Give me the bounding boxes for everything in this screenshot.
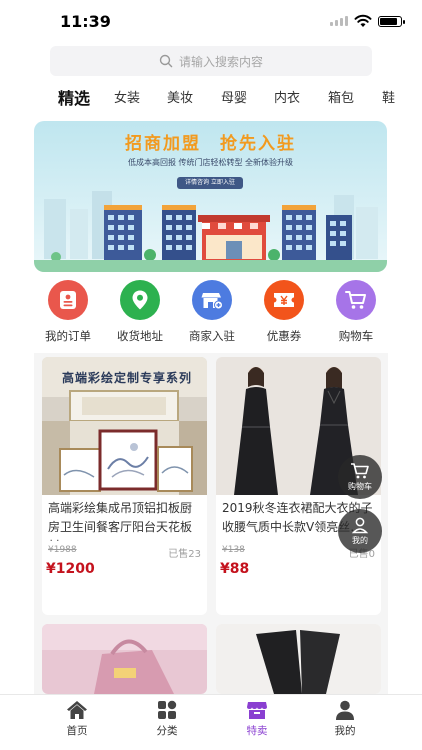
tabbar-category[interactable]: 分类 — [137, 699, 197, 738]
category-tabs: 精选 女装 美妆 母婴 内衣 箱包 鞋 — [0, 84, 422, 114]
cart-icon — [336, 280, 376, 320]
cellular-signal-icon — [330, 16, 348, 26]
tabbar-label: 首页 — [66, 725, 88, 737]
promo-banner[interactable]: 招商加盟 抢先入驻 低成本高回报 传统门店轻松转型 全新体验升级 详情咨询 立即… — [34, 121, 387, 272]
shop-sale-icon — [247, 702, 267, 719]
product-card[interactable]: 高端彩绘定制专享系列 高端彩绘集成吊顶铝扣板厨房卫生间餐客厅阳台天花板材… ¥1… — [42, 357, 207, 615]
coupon-icon — [264, 280, 304, 320]
tab-mother-baby[interactable]: 母婴 — [221, 86, 247, 112]
sale-price: ¥88 — [220, 561, 250, 577]
sold-count: 已售23 — [168, 549, 201, 560]
action-coupons[interactable]: 优惠券 — [248, 280, 320, 344]
wifi-icon — [354, 14, 372, 27]
action-merchant-join[interactable]: 商家入驻 — [176, 280, 248, 344]
action-label: 商家入驻 — [189, 329, 235, 343]
store-add-icon — [192, 280, 232, 320]
original-price: ¥1988 — [48, 545, 77, 555]
home-icon — [67, 701, 87, 719]
tab-featured[interactable]: 精选 — [58, 86, 90, 112]
status-bar: 11:39 — [0, 0, 422, 44]
quick-actions: 我的订单 收货地址 商家入驻 优惠券 购物车 — [30, 280, 390, 346]
tab-luggage[interactable]: 箱包 — [328, 86, 354, 112]
floating-cart-label: 购物车 — [348, 482, 372, 491]
banner-consult-button[interactable]: 详情咨询 立即入驻 — [177, 177, 243, 189]
tab-underwear[interactable]: 内衣 — [274, 86, 300, 112]
search-icon — [159, 54, 173, 68]
search-bar[interactable]: 请输入搜索内容 — [50, 46, 372, 76]
banner-title: 招商加盟 抢先入驻 — [125, 134, 296, 154]
action-shipping-address[interactable]: 收货地址 — [104, 280, 176, 344]
product-image-black-pants — [216, 624, 381, 694]
floating-mine-button[interactable]: 我的 — [338, 509, 382, 553]
category-grid-icon — [158, 700, 177, 719]
product-title: 高端彩绘集成吊顶铝扣板厨房卫生间餐客厅阳台天花板材… — [48, 501, 193, 541]
action-shopping-cart[interactable]: 购物车 — [320, 280, 392, 344]
floating-mine-label: 我的 — [352, 536, 368, 545]
tabbar-home[interactable]: 首页 — [47, 699, 107, 738]
location-pin-icon — [120, 280, 160, 320]
product-image-pink-handbag — [42, 624, 207, 694]
tabbar-label: 我的 — [334, 725, 356, 737]
floating-cart-button[interactable]: 购物车 — [338, 455, 382, 499]
sale-price: ¥1200 — [46, 561, 95, 577]
bottom-tab-bar: 首页 分类 特卖 我的 — [0, 694, 422, 750]
user-icon — [351, 517, 369, 534]
tabbar-mine[interactable]: 我的 — [315, 699, 375, 738]
action-my-orders[interactable]: 我的订单 — [32, 280, 104, 344]
action-label: 收货地址 — [117, 329, 163, 343]
action-label: 购物车 — [338, 329, 374, 343]
tabbar-label: 特卖 — [246, 725, 268, 737]
battery-icon — [378, 15, 405, 27]
banner-subtitle: 低成本高回报 传统门店轻松转型 全新体验升级 — [127, 158, 294, 167]
tabbar-special-sale[interactable]: 特卖 — [227, 699, 287, 738]
tab-womens-clothing[interactable]: 女装 — [114, 86, 140, 112]
tab-beauty[interactable]: 美妆 — [167, 86, 193, 112]
search-placeholder: 请输入搜索内容 — [178, 54, 263, 69]
cart-icon — [351, 463, 369, 479]
tab-shoes[interactable]: 鞋 — [382, 86, 395, 112]
tabbar-label: 分类 — [156, 725, 178, 737]
product-image-ceiling-panels: 高端彩绘定制专享系列 — [42, 357, 207, 495]
action-label: 我的订单 — [45, 329, 91, 343]
status-time: 11:39 — [60, 12, 111, 31]
status-icons — [330, 14, 405, 28]
product-card[interactable] — [42, 624, 207, 694]
product-image-caption: 高端彩绘定制专享系列 — [62, 371, 193, 385]
original-price: ¥138 — [222, 545, 245, 555]
action-label: 优惠券 — [266, 329, 302, 343]
product-card[interactable] — [216, 624, 381, 694]
order-icon — [48, 280, 88, 320]
product-price-row: ¥1988 已售23 ¥1200 — [42, 541, 207, 581]
user-icon — [336, 700, 354, 720]
